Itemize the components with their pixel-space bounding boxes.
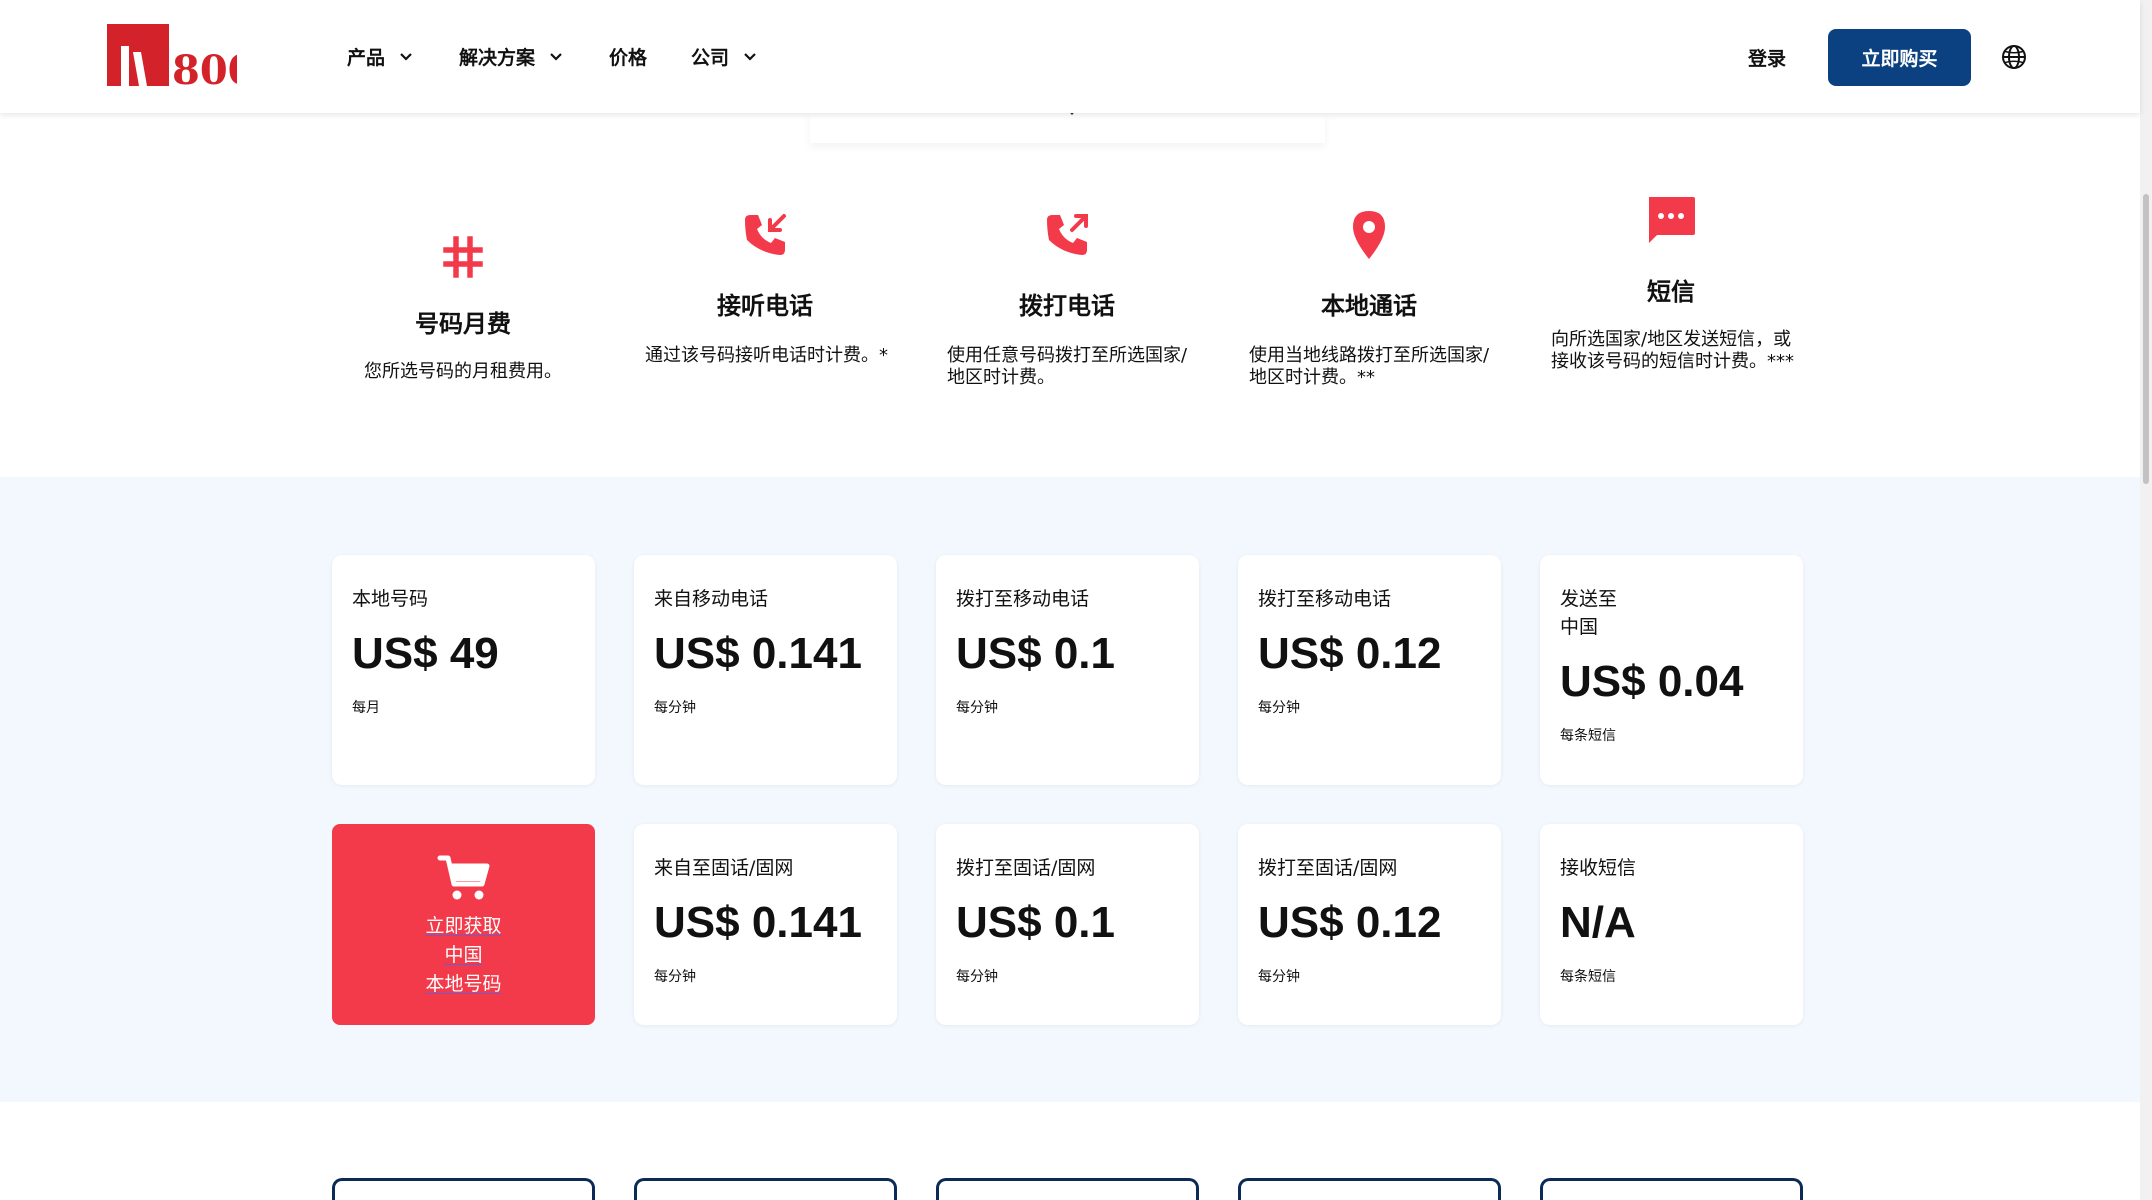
bottom-card[interactable]: [1540, 1178, 1803, 1200]
sms-chat-icon: [1649, 197, 1695, 243]
hash-icon: [443, 236, 483, 278]
price-value: US$ 0.141: [654, 629, 862, 678]
chevron-down-icon: [744, 53, 756, 61]
m800-logo[interactable]: 800: [107, 24, 237, 90]
nav-item-company[interactable]: 公司: [691, 43, 759, 70]
price-value: US$ 0.12: [1258, 629, 1442, 678]
price-unit: 每分钟: [654, 969, 696, 985]
price-unit: 每分钟: [1258, 969, 1300, 985]
chevron-down-icon: [550, 53, 562, 61]
feature-outgoing-call: 拨打电话 使用任意号码拨打至所选国家/地区时计费。: [937, 200, 1197, 389]
price-value: N/A: [1560, 898, 1636, 947]
cta-line: 本地号码: [425, 973, 502, 995]
nav-item-products[interactable]: 产品: [347, 43, 415, 70]
price-label: 来自移动电话: [654, 588, 769, 610]
feature-title: 短信: [1647, 278, 1695, 306]
feature-title: 本地通话: [1321, 292, 1417, 320]
feature-desc: 使用当地线路拨打至所选国家/地区时计费。**: [1249, 345, 1490, 388]
buy-now-button[interactable]: 立即购买: [1828, 29, 1971, 86]
site-header: 800 产品 解决方案 价格 公司 登录 立即购买: [0, 0, 2140, 113]
price-value: US$ 49: [352, 629, 499, 678]
price-unit: 每月: [352, 700, 380, 716]
price-label: 拨打至移动电话: [956, 588, 1090, 610]
feature-title: 号码月费: [415, 310, 511, 338]
scrollbar-thumb[interactable]: [2143, 194, 2149, 484]
get-number-cta[interactable]: 立即获取 中国 本地号码: [332, 824, 595, 1025]
feature-title: 拨打电话: [1019, 292, 1115, 320]
feature-desc: 使用任意号码拨打至所选国家/地区时计费。: [947, 345, 1188, 388]
globe-icon[interactable]: [2001, 44, 2027, 70]
feature-incoming-call: 接听电话 通过该号码接听电话时计费。*: [635, 200, 895, 367]
price-label: 拨打至移动电话: [1258, 588, 1392, 610]
feature-title: 接听电话: [717, 292, 813, 320]
page-scrollbar[interactable]: [2140, 0, 2152, 1200]
feature-monthly-fee: 号码月费 您所选号码的月租费用。: [333, 200, 593, 383]
price-value: US$ 0.1: [956, 898, 1115, 947]
bottom-card[interactable]: [936, 1178, 1199, 1200]
bottom-card[interactable]: [634, 1178, 897, 1200]
price-label: 拨打至固话/固网: [956, 857, 1096, 879]
price-value: US$ 0.12: [1258, 898, 1442, 947]
features-row: 号码月费 您所选号码的月租费用。 接听电话 通过该号码接听电话时计费。* 拨打电…: [333, 197, 1843, 470]
price-unit: 每分钟: [1258, 700, 1300, 716]
price-card: 接收短信 N/A 每条短信: [1540, 824, 1803, 1025]
hero-panel-edge: [810, 113, 1325, 143]
price-label: 来自至固话/固网: [654, 857, 794, 879]
price-label: 发送至 中国: [1560, 588, 1618, 638]
cta-line: 立即获取: [425, 915, 502, 937]
nav-label: 价格: [609, 46, 648, 69]
price-card: 拨打至固话/固网 US$ 0.1 每分钟: [936, 824, 1199, 1025]
price-unit: 每条短信: [1560, 728, 1616, 744]
price-value: US$ 0.1: [956, 629, 1115, 678]
price-label: 接收短信: [1560, 857, 1637, 879]
price-label: 本地号码: [352, 588, 429, 610]
price-card: 拨打至移动电话 US$ 0.12 每分钟: [1238, 555, 1501, 785]
price-card: 拨打至固话/固网 US$ 0.12 每分钟: [1238, 824, 1501, 1025]
nav-item-pricing[interactable]: 价格: [609, 43, 647, 70]
cta-line: 中国: [444, 944, 483, 966]
feature-desc: 通过该号码接听电话时计费。*: [645, 345, 888, 366]
price-card: 本地号码 US$ 49 每月: [332, 555, 595, 785]
price-value: US$ 0.04: [1560, 657, 1744, 706]
price-card: 来自至固话/固网 US$ 0.141 每分钟: [634, 824, 897, 1025]
nav-item-solutions[interactable]: 解决方案: [459, 43, 565, 70]
price-card: 来自移动电话 US$ 0.141 每分钟: [634, 555, 897, 785]
feature-desc: 您所选号码的月租费用。: [364, 361, 562, 382]
price-unit: 每分钟: [654, 700, 696, 716]
cart-icon: [437, 855, 489, 900]
feature-local-call: 本地通话 使用当地线路拨打至所选国家/地区时计费。**: [1239, 200, 1499, 389]
price-unit: 每分钟: [956, 700, 998, 716]
feature-sms: 短信 向所选国家/地区发送短信，或接收该号码的短信时计费。***: [1541, 186, 1801, 373]
incoming-call-icon: [745, 214, 786, 255]
bottom-card[interactable]: [332, 1178, 595, 1200]
chevron-down-icon: [400, 53, 412, 61]
price-unit: 每分钟: [956, 969, 998, 985]
price-value: US$ 0.141: [654, 898, 862, 947]
price-card: 拨打至移动电话 US$ 0.1 每分钟: [936, 555, 1199, 785]
location-pin-icon: [1353, 211, 1385, 259]
nav-label: 公司: [691, 46, 730, 69]
feature-desc: 向所选国家/地区发送短信，或接收该号码的短信时计费。***: [1551, 329, 1794, 372]
main-nav: 产品 解决方案 价格 公司: [347, 36, 803, 76]
nav-label: 产品: [347, 46, 386, 69]
price-card: 发送至 中国 US$ 0.04 每条短信: [1540, 555, 1803, 785]
logo-text: 800: [172, 47, 237, 90]
login-link[interactable]: 登录: [1748, 44, 1786, 71]
nav-label: 解决方案: [459, 46, 536, 69]
price-unit: 每条短信: [1560, 969, 1616, 985]
outgoing-call-icon: [1047, 214, 1088, 255]
price-label: 拨打至固话/固网: [1258, 857, 1398, 879]
bottom-card[interactable]: [1238, 1178, 1501, 1200]
